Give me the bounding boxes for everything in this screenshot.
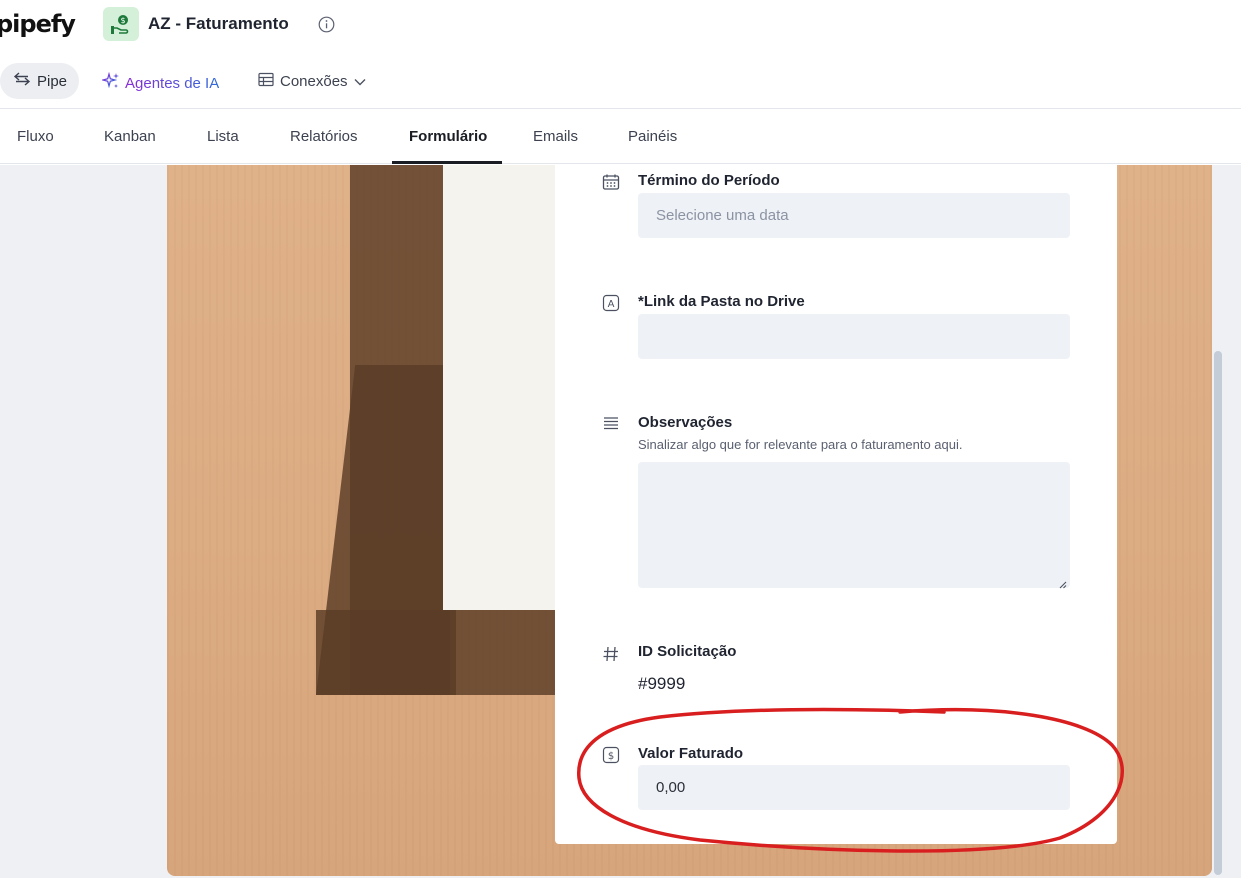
table-icon	[258, 72, 274, 91]
svg-text:$: $	[120, 16, 125, 25]
tab-kanban[interactable]: Kanban	[104, 128, 156, 145]
app-window: pipefy $ AZ - Faturamento Pipe Agentes d…	[0, 0, 1241, 878]
field-label-id-solicitacao: ID Solicitação	[638, 643, 737, 660]
svg-text:$: $	[608, 751, 614, 762]
connections-dropdown[interactable]: Conexões	[258, 72, 366, 91]
form-card: Término do Período Selecione uma data A …	[555, 165, 1117, 844]
cover-paper-shape	[443, 165, 563, 610]
tab-relatorios[interactable]: Relatórios	[290, 128, 358, 145]
textarea-observacoes[interactable]	[638, 462, 1070, 589]
text-input-link-drive[interactable]	[638, 314, 1070, 359]
id-solicitacao-value: #9999	[638, 674, 686, 693]
field-description-observacoes: Sinalizar algo que for relevante para o …	[638, 437, 963, 452]
pipe-button-label: Pipe	[37, 72, 68, 90]
agents-ia-label: Agentes de IA	[125, 74, 220, 92]
cover-shadow-shape-base	[316, 610, 556, 695]
resize-handle-icon[interactable]	[1057, 576, 1067, 589]
form-preview-area: Término do Período Selecione uma data A …	[0, 165, 1241, 878]
field-label-link-drive: *Link da Pasta no Drive	[638, 293, 805, 310]
pipe-title: AZ - Faturamento	[148, 14, 289, 33]
swap-arrows-icon	[13, 71, 31, 91]
currency-input-valor-faturado[interactable]: 0,00	[638, 765, 1070, 810]
field-label-valor-faturado: Valor Faturado	[638, 745, 744, 762]
field-label-observacoes: Observações	[638, 414, 733, 431]
connections-label: Conexões	[280, 73, 348, 90]
pipefy-logo[interactable]: pipefy	[0, 10, 76, 38]
tab-emails[interactable]: Emails	[533, 128, 578, 145]
tab-paineis[interactable]: Painéis	[628, 128, 677, 145]
money-hand-icon: $	[103, 7, 139, 41]
field-label-termino: Término do Período	[638, 172, 780, 189]
sparkles-icon	[100, 71, 120, 94]
page-scrollbar[interactable]	[1214, 351, 1222, 875]
date-input-termino[interactable]: Selecione uma data	[638, 193, 1070, 238]
pipe-subnav: Pipe Agentes de IA Conexões	[0, 62, 1241, 100]
tab-lista[interactable]: Lista	[207, 128, 239, 145]
long-text-icon	[601, 414, 621, 434]
text-field-icon: A	[601, 293, 621, 313]
svg-text:A: A	[608, 299, 615, 310]
tab-formulario[interactable]: Formulário	[409, 128, 487, 145]
pipe-tabs: Fluxo Kanban Lista Relatórios Formulário…	[0, 108, 1241, 164]
currency-icon: $	[601, 745, 621, 765]
info-icon[interactable]	[318, 16, 335, 33]
chevron-down-icon	[354, 73, 366, 90]
calendar-icon	[601, 172, 621, 192]
hash-icon	[601, 644, 621, 664]
agents-ia-link[interactable]: Agentes de IA	[100, 71, 220, 94]
pipe-button[interactable]: Pipe	[0, 63, 79, 99]
active-tab-indicator	[392, 161, 502, 164]
tab-fluxo[interactable]: Fluxo	[17, 128, 54, 145]
